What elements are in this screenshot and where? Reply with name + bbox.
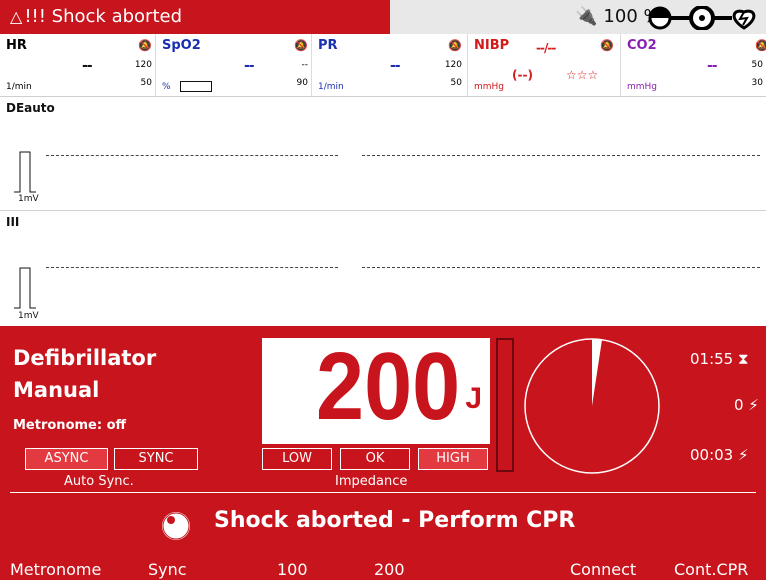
impedance-low: LOW — [262, 448, 332, 470]
trace-right — [362, 155, 760, 156]
trace-right — [362, 267, 760, 268]
scale-label: 1mV — [18, 311, 39, 321]
hr-lower-limit: 50 — [140, 78, 152, 88]
pr-unit: 1/min — [318, 82, 344, 92]
hr-box[interactable]: HR 🔕 -- 120 50 1/min — [0, 34, 156, 96]
softkey-200[interactable]: 200 — [374, 560, 405, 579]
alarm-off-icon: 🔕 — [448, 39, 462, 52]
impedance-ok: OK — [340, 448, 410, 470]
spo2-upper-limit: -- — [301, 60, 309, 70]
pr-value: -- — [390, 58, 401, 74]
alarm-off-icon: 🔕 — [600, 39, 614, 52]
alarm-off-icon: 🔕 — [755, 39, 766, 52]
spo2-value: -- — [244, 58, 255, 74]
hr-label: HR — [6, 38, 27, 53]
nibp-unit: mmHg — [474, 82, 505, 92]
cpr-cycle-dial — [524, 338, 660, 474]
spo2-box[interactable]: SpO2 🔕 -- -- 90 % — [156, 34, 312, 96]
energy-value: 200 — [315, 333, 460, 440]
pr-box[interactable]: PR 🔕 -- 120 50 1/min — [312, 34, 468, 96]
status-message: Shock aborted - Perform CPR — [214, 508, 576, 533]
nibp-mean: (--) — [512, 68, 533, 82]
spo2-unit: % — [162, 82, 171, 92]
calibration-pulse — [14, 151, 36, 193]
pleth-bar — [180, 81, 212, 92]
spo2-label: SpO2 — [162, 38, 201, 53]
co2-label: CO2 — [627, 38, 657, 53]
energy-display[interactable]: 200 J — [262, 333, 490, 444]
pr-label: PR — [318, 38, 338, 53]
co2-lower-limit: 30 — [751, 78, 763, 88]
pr-upper-limit: 120 — [444, 60, 462, 70]
auto-sync-label: Auto Sync. — [64, 474, 134, 489]
nibp-value: --/-- — [536, 41, 556, 55]
hr-unit: 1/min — [6, 82, 32, 92]
charge-bar — [496, 338, 514, 472]
trace-left — [46, 155, 338, 156]
hr-value: -- — [82, 58, 93, 74]
spo2-lower-limit: 90 — [296, 78, 308, 88]
softkey-sync[interactable]: Sync — [148, 560, 187, 579]
sync-button[interactable]: SYNC — [114, 448, 198, 470]
alarm-off-icon: 🔕 — [138, 39, 152, 52]
trace-left — [46, 267, 338, 268]
pr-lower-limit: 50 — [450, 78, 462, 88]
scale-label: 1mV — [18, 194, 39, 204]
alarm-banner[interactable]: △!!! Shock aborted — [0, 0, 390, 34]
time-since-shock: 00:03 ⚡ — [690, 446, 749, 464]
softkey-100[interactable]: 100 — [277, 560, 308, 579]
nibp-label: NIBP — [474, 38, 510, 53]
alarm-text: !!! Shock aborted — [24, 6, 182, 27]
nibp-quality-stars: ☆☆☆ — [566, 68, 599, 82]
impedance-high: HIGH — [418, 448, 488, 470]
softkey-connect[interactable]: Connect — [570, 560, 636, 579]
ecg-wave-deauto[interactable]: DEauto 1mV — [0, 97, 766, 211]
async-button[interactable]: ASYNC — [25, 448, 108, 470]
lead-label: DEauto — [6, 101, 55, 115]
nibp-box[interactable]: NIBP 🔕 --/-- (--) ☆☆☆ mmHg — [468, 34, 621, 96]
mode-title: Defibrillator — [13, 346, 157, 370]
metronome-status: Metronome: off — [13, 418, 127, 433]
divider — [10, 492, 756, 493]
lead-label: III — [6, 215, 20, 229]
warning-icon: △ — [10, 7, 23, 26]
co2-value: -- — [707, 58, 718, 74]
mode-subtitle: Manual — [13, 378, 100, 402]
hr-upper-limit: 120 — [134, 60, 152, 70]
energy-unit: J — [465, 382, 482, 415]
calibration-pulse — [14, 267, 36, 309]
softkey-cont-cpr[interactable]: Cont.CPR — [674, 560, 748, 579]
co2-box[interactable]: CO2 🔕 -- 50 30 mmHg — [621, 34, 766, 96]
parameter-strip: HR 🔕 -- 120 50 1/min SpO2 🔕 -- -- 90 % P… — [0, 34, 766, 97]
cpr-indicator-icon — [162, 512, 190, 540]
elapsed-timer: 01:55 ⧗ — [690, 350, 749, 368]
connection-icon — [648, 6, 756, 30]
co2-unit: mmHg — [627, 82, 658, 92]
plug-icon: 🔌 — [575, 6, 598, 27]
shock-count: 0 ⚡ — [734, 396, 759, 414]
alarm-off-icon: 🔕 — [294, 39, 308, 52]
ecg-wave-iii[interactable]: III 1mV — [0, 211, 766, 326]
impedance-label: Impedance — [335, 474, 408, 489]
co2-upper-limit: 50 — [751, 60, 763, 70]
softkey-metronome[interactable]: Metronome — [10, 560, 101, 579]
